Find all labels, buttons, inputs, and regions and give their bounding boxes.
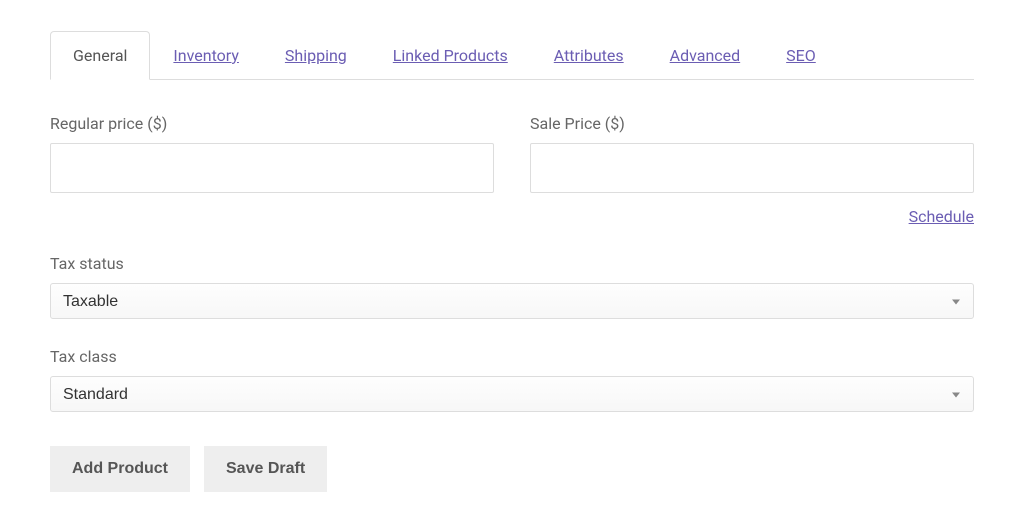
tax-status-group: Tax status Taxable	[50, 254, 974, 319]
tab-seo[interactable]: SEO	[763, 31, 839, 80]
tax-class-group: Tax class Standard	[50, 347, 974, 412]
tax-status-select-wrap: Taxable	[50, 283, 974, 319]
button-row: Add Product Save Draft	[50, 446, 974, 492]
tab-linked-products[interactable]: Linked Products	[370, 31, 531, 80]
schedule-row: Schedule	[50, 207, 974, 226]
sale-price-input[interactable]	[530, 143, 974, 193]
regular-price-label: Regular price ($)	[50, 114, 494, 133]
tab-inventory[interactable]: Inventory	[150, 31, 262, 80]
tab-attributes[interactable]: Attributes	[531, 31, 647, 80]
regular-price-input[interactable]	[50, 143, 494, 193]
price-row: Regular price ($) Sale Price ($)	[50, 114, 974, 193]
schedule-link[interactable]: Schedule	[909, 207, 974, 226]
save-draft-button[interactable]: Save Draft	[204, 446, 327, 492]
sale-price-group: Sale Price ($)	[530, 114, 974, 193]
regular-price-group: Regular price ($)	[50, 114, 494, 193]
tax-class-select-wrap: Standard	[50, 376, 974, 412]
tax-class-select[interactable]: Standard	[50, 376, 974, 412]
sale-price-label: Sale Price ($)	[530, 114, 974, 133]
tax-status-select[interactable]: Taxable	[50, 283, 974, 319]
tab-shipping[interactable]: Shipping	[262, 31, 370, 80]
tax-class-label: Tax class	[50, 347, 117, 366]
tab-advanced[interactable]: Advanced	[647, 31, 764, 80]
product-tabs: General Inventory Shipping Linked Produc…	[50, 30, 974, 80]
tax-status-label: Tax status	[50, 254, 124, 273]
add-product-button[interactable]: Add Product	[50, 446, 190, 492]
tab-general[interactable]: General	[50, 31, 150, 80]
